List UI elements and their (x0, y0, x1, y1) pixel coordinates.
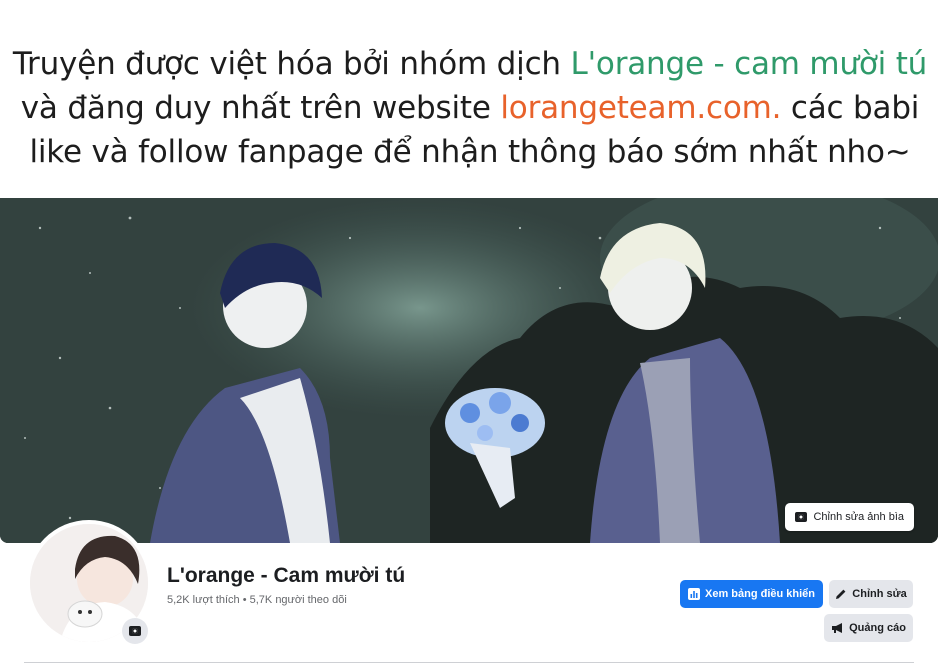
cover-illustration (0, 198, 938, 543)
edit-cover-photo-button[interactable]: Chỉnh sửa ảnh bìa (785, 503, 914, 531)
cover-photo: Chỉnh sửa ảnh bìa (0, 198, 938, 543)
camera-icon (129, 626, 141, 636)
view-dashboard-label: Xem bảng điều khiển (704, 588, 816, 600)
notice-line-1: Truyện được việt hóa bởi nhóm dịch L'ora… (0, 42, 940, 86)
pencil-icon (836, 589, 846, 599)
edit-cover-photo-label: Chỉnh sửa ảnh bìa (813, 511, 904, 523)
page-title: L'orange - Cam mười tú (167, 564, 406, 587)
translator-notice: Truyện được việt hóa bởi nhóm dịch L'ora… (0, 0, 940, 198)
camera-icon (795, 512, 808, 522)
page-stats: 5,2K lượt thích • 5,7K người theo dõi (167, 594, 347, 606)
promote-button[interactable]: Quảng cáo (824, 614, 913, 642)
notice-line-2: và đăng duy nhất trên website lorangetea… (0, 86, 940, 130)
notice-line-3: like và follow fanpage để nhận thông báo… (29, 134, 911, 170)
notice-line-1-text: Truyện được việt hóa bởi nhóm dịch (12, 46, 571, 82)
view-dashboard-button[interactable]: Xem bảng điều khiển (680, 580, 823, 608)
notice-website: lorangeteam.com. (500, 90, 782, 126)
edit-page-label: Chỉnh sửa (852, 588, 907, 600)
dashboard-icon (687, 588, 700, 600)
update-avatar-button[interactable] (122, 618, 148, 644)
notice-group-name: L'orange - cam mười tú (570, 46, 928, 82)
section-divider (24, 662, 914, 663)
megaphone-icon (832, 623, 843, 633)
promote-label: Quảng cáo (849, 622, 906, 634)
notice-line-2-text: và đăng duy nhất trên website (20, 90, 501, 126)
notice-line-2-suffix: các babi (781, 90, 920, 126)
edit-page-button[interactable]: Chỉnh sửa (829, 580, 913, 608)
